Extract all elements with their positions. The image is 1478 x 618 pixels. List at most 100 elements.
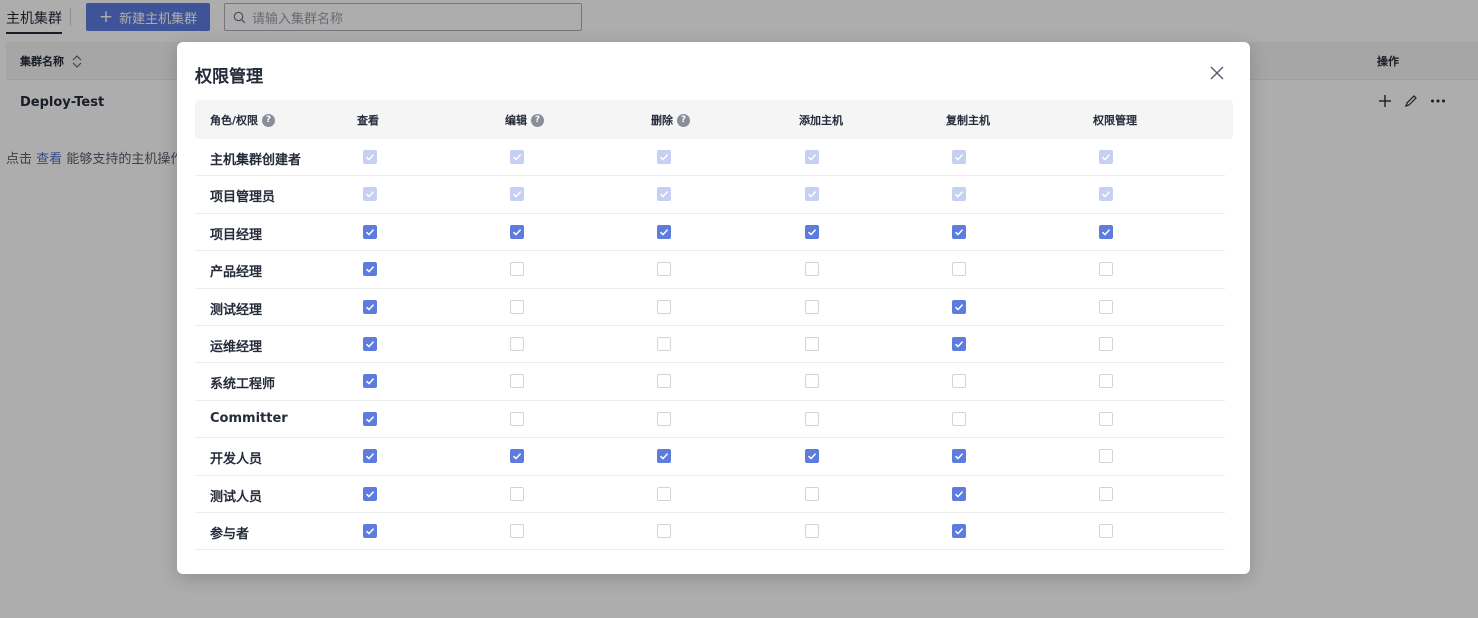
check-icon [659,154,669,161]
permission-checkbox[interactable] [363,523,377,538]
permission-checkbox [363,150,377,164]
permission-checkbox[interactable] [805,523,819,538]
permission-checkbox[interactable] [657,224,671,239]
permission-checkbox[interactable] [510,523,524,538]
permission-checkbox[interactable] [805,486,819,501]
role-name: 测试经理 [210,302,263,318]
permission-checkbox[interactable] [363,336,377,351]
permission-checkbox[interactable] [952,449,966,464]
permission-checkbox[interactable] [510,224,524,239]
permission-checkbox[interactable] [510,336,524,351]
permission-checkbox[interactable] [1099,411,1113,426]
check-icon [512,228,522,236]
check-icon [512,453,522,460]
permission-checkbox[interactable] [1099,374,1113,389]
permission-checkbox[interactable] [657,523,671,538]
check-icon [365,415,375,423]
permission-checkbox[interactable] [1099,486,1113,501]
permission-checkbox[interactable] [510,262,524,277]
permission-checkbox [510,187,524,202]
header-role: 角色/权限 ? [210,112,276,128]
header-copy-host-label: 复制主机 [946,114,990,127]
permission-checkbox[interactable] [1099,224,1113,239]
permission-checkbox [805,187,819,202]
permission-checkbox[interactable] [363,262,377,277]
permission-checkbox[interactable] [1099,262,1113,277]
check-icon [365,527,375,535]
permission-checkbox[interactable] [510,374,524,389]
permission-table-body: 主机集群创建者 项目管理员 项目经理 产品经理 测试经理 运维经理 系统工程师 Committ… [195,139,1233,551]
close-icon[interactable] [1208,64,1226,82]
permission-table: 角色/权限 ? 查看 编辑 ? 删除 ? 添加主机 复制主机 权限管理 主机集群… [195,100,1233,551]
header-delete-label: 删除 [651,114,673,127]
permission-checkbox[interactable] [1099,449,1113,464]
permission-checkbox[interactable] [952,262,966,277]
permission-checkbox[interactable] [657,374,671,389]
permission-checkbox[interactable] [363,224,377,239]
check-icon [1101,228,1111,236]
permission-checkbox[interactable] [510,486,524,501]
permission-checkbox[interactable] [952,411,966,426]
table-row: 测试经理 [195,289,1225,326]
permission-checkbox [510,150,524,164]
header-edit: 编辑 ? [505,112,544,128]
permission-checkbox [1099,150,1113,164]
permission-checkbox [952,150,966,164]
header-delete: 删除 ? [651,112,690,128]
permission-checkbox[interactable] [363,486,377,501]
table-row: 主机集群创建者 [195,139,1225,177]
permission-checkbox[interactable] [805,336,819,351]
permission-checkbox[interactable] [363,411,377,426]
role-name: 产品经理 [210,265,263,281]
permission-checkbox[interactable] [805,224,819,239]
table-row: 项目经理 [195,214,1225,252]
permission-checkbox[interactable] [363,299,377,314]
permission-checkbox[interactable] [1099,336,1113,351]
check-icon [659,228,669,236]
permission-checkbox[interactable] [510,299,524,314]
permission-checkbox[interactable] [952,486,966,501]
table-row: 项目管理员 [195,176,1225,214]
help-icon[interactable]: ? [677,113,690,127]
role-name: 测试人员 [210,489,263,505]
help-icon[interactable]: ? [262,113,276,127]
permission-checkbox[interactable] [952,224,966,239]
role-name: Committer [210,410,288,426]
permission-checkbox[interactable] [952,299,966,314]
permission-checkbox[interactable] [952,523,966,538]
check-icon [365,154,375,161]
role-name: 参与者 [210,526,250,542]
header-permission-manage: 权限管理 [1093,112,1137,128]
permission-checkbox[interactable] [1099,299,1113,314]
permission-checkbox[interactable] [805,299,819,314]
permission-checkbox[interactable] [805,374,819,389]
permission-checkbox[interactable] [952,374,966,389]
check-icon [365,490,375,498]
help-icon[interactable]: ? [531,113,544,127]
check-icon [512,154,522,161]
permission-checkbox [657,187,671,202]
permission-checkbox[interactable] [363,374,377,389]
check-icon [365,191,375,199]
permission-checkbox[interactable] [363,449,377,464]
table-row: 系统工程师 [195,363,1225,401]
permission-checkbox[interactable] [657,486,671,501]
permission-checkbox[interactable] [657,299,671,314]
permission-checkbox[interactable] [805,411,819,426]
permission-checkbox[interactable] [657,336,671,351]
permission-checkbox[interactable] [657,411,671,426]
check-icon [807,453,817,460]
permission-checkbox[interactable] [657,262,671,277]
permission-checkbox [952,187,966,202]
table-row: Committer [195,401,1225,439]
role-name: 项目管理员 [210,190,276,206]
permission-checkbox[interactable] [952,336,966,351]
permission-checkbox[interactable] [657,449,671,464]
permission-checkbox[interactable] [1099,523,1113,538]
permission-checkbox[interactable] [805,262,819,277]
check-icon [807,228,817,236]
permission-checkbox[interactable] [510,411,524,426]
permission-checkbox[interactable] [805,449,819,464]
check-icon [954,490,964,498]
permission-checkbox[interactable] [510,449,524,464]
